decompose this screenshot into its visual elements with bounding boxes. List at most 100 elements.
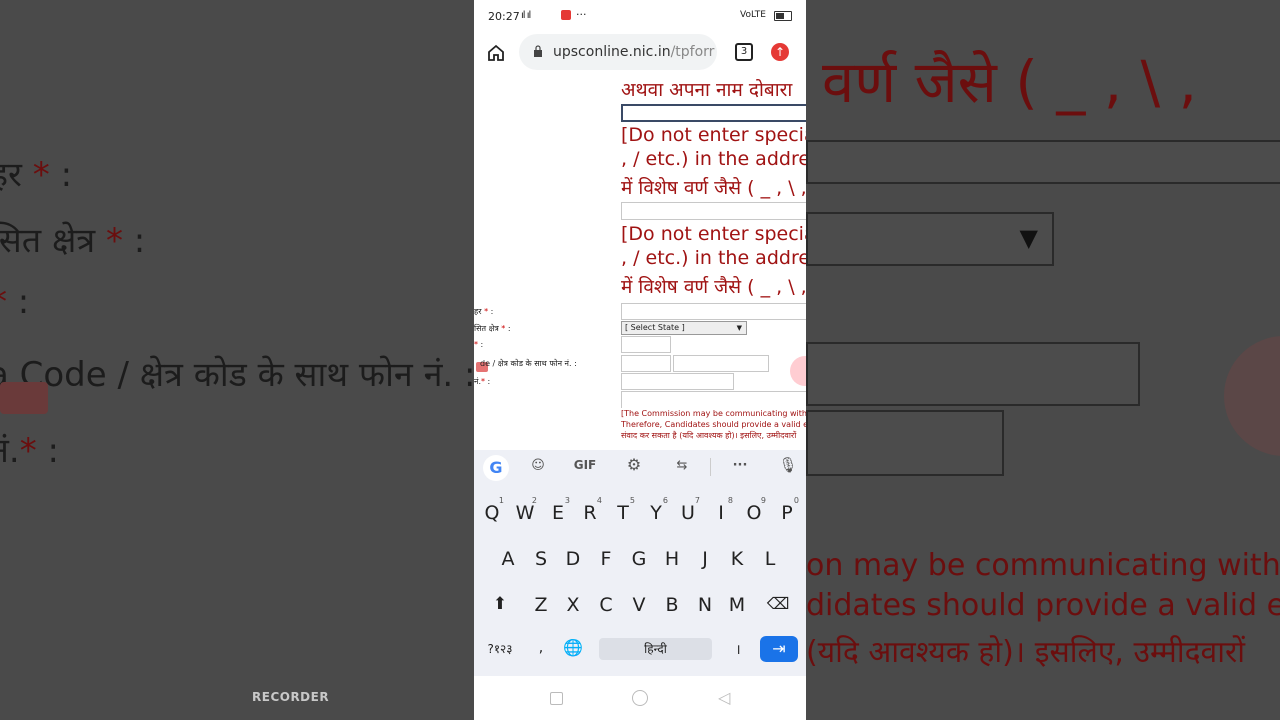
mobile-input[interactable] — [621, 373, 734, 390]
background-left: हर * : सित क्षेत्र * : * : a Code / क्षे… — [0, 0, 474, 720]
bg-camera-icon — [0, 382, 48, 414]
key-m[interactable]: M — [721, 594, 753, 616]
translate-icon[interactable]: ⇆ — [672, 458, 692, 473]
microphone-icon[interactable]: 🎙 — [778, 456, 798, 474]
key-e[interactable]: E3 — [542, 496, 574, 524]
status-time: 20:27 — [488, 10, 520, 23]
next-field-button[interactable]: ⇥ — [760, 636, 798, 662]
status-bar: 20:27 ıl ıl ··· VoLTE — [474, 0, 806, 32]
phone-label: de / क्षेत्र कोड के साथ फोन नं. : — [480, 359, 577, 368]
state-select[interactable]: [ Select State ] ▼ — [621, 321, 747, 335]
update-icon[interactable]: ↑ — [771, 43, 789, 61]
bg-select: ▼ — [806, 212, 1054, 266]
warning1-hindi: में विशेष वर्ण जैसे ( _ , \ , — [621, 177, 806, 199]
key-r[interactable]: R4 — [574, 496, 606, 524]
tab-switcher-button[interactable]: 3 — [735, 43, 753, 61]
phone-screen: 20:27 ıl ıl ··· VoLTE upsconline.nic.in/… — [474, 0, 806, 720]
warning2-line1: [Do not enter specia — [621, 223, 806, 245]
bg-special-chars: वर्ण जैसे ( _ , \ , — [822, 48, 1198, 116]
mobile-label: नं.* : — [474, 377, 491, 386]
recents-icon[interactable] — [550, 692, 563, 705]
key-y[interactable]: Y6 — [640, 496, 672, 524]
name-again-text: अथवा अपना नाम दोबारा — [621, 79, 793, 101]
symbols-key[interactable]: ?१२३ — [480, 640, 520, 657]
globe-icon[interactable]: 🌐 — [557, 638, 589, 657]
phone-std-input[interactable] — [621, 355, 671, 372]
back-icon[interactable]: ◁ — [718, 688, 730, 707]
state-label: सित क्षेत्र * : — [474, 324, 511, 333]
bg-input-mobile — [806, 410, 1004, 476]
bg-mobile-label: नं.* : — [0, 431, 59, 471]
sticker-icon[interactable]: ☺ — [530, 458, 546, 473]
key-b[interactable]: B — [656, 594, 688, 616]
key-i[interactable]: I8 — [705, 496, 737, 524]
key-n[interactable]: N — [689, 594, 721, 616]
warning2-line2: , / etc.) in the addres — [621, 247, 806, 269]
shift-icon[interactable]: ⬆ — [484, 594, 516, 614]
key-j[interactable]: J — [689, 548, 721, 570]
browser-toolbar: upsconline.nic.in/tpforr 3 ↑ — [474, 32, 806, 79]
bg-fab — [1224, 336, 1280, 456]
more-notifications-icon: ··· — [576, 8, 587, 21]
key-v[interactable]: V — [623, 594, 655, 616]
name-again-input[interactable] — [621, 104, 806, 122]
pin-label: * : — [474, 340, 484, 349]
floating-record-button[interactable] — [790, 356, 806, 386]
key-o[interactable]: O9 — [738, 496, 770, 524]
more-icon[interactable]: ··· — [730, 458, 750, 473]
home-icon[interactable] — [486, 43, 506, 63]
backspace-icon[interactable]: ⌫ — [762, 594, 794, 613]
settings-icon[interactable]: ⚙ — [624, 455, 644, 474]
key-w[interactable]: W2 — [509, 496, 541, 524]
address-bar[interactable]: upsconline.nic.in/tpforr — [519, 34, 717, 70]
key-d[interactable]: D — [557, 548, 589, 570]
signal-icon: ıl ıl — [521, 10, 531, 21]
comma-key[interactable]: , — [525, 640, 557, 656]
bg-state-label: सित क्षेत्र * : — [0, 221, 146, 261]
danda-key[interactable]: । — [722, 640, 754, 659]
recorder-icon — [561, 10, 571, 20]
key-s[interactable]: S — [525, 548, 557, 570]
warning2-hindi: में विशेष वर्ण जैसे ( _ , \ , — [621, 276, 806, 298]
address-input[interactable] — [621, 202, 806, 220]
phone-number-input[interactable] — [673, 355, 769, 372]
space-key[interactable]: हिन्दी — [599, 638, 712, 660]
google-icon[interactable]: G — [483, 455, 509, 481]
home-nav-icon[interactable] — [632, 690, 648, 706]
key-t[interactable]: T5 — [607, 496, 639, 524]
key-u[interactable]: U7 — [672, 496, 704, 524]
key-z[interactable]: Z — [525, 594, 557, 616]
recorder-watermark: RECORDER — [252, 690, 330, 704]
warning1-line1: [Do not enter specia — [621, 124, 806, 146]
volte-icon: VoLTE — [740, 10, 766, 20]
bg-notice3: (यदि आवश्यक हो)। इसलिए, उम्मीदवारों — [806, 635, 1246, 670]
key-h[interactable]: H — [656, 548, 688, 570]
bg-notice1: on may be communicating with th — [806, 548, 1280, 583]
key-f[interactable]: F — [590, 548, 622, 570]
key-a[interactable]: A — [492, 548, 524, 570]
form-page: अथवा अपना नाम दोबारा [Do not enter speci… — [474, 78, 806, 450]
gif-button[interactable]: GIF — [572, 458, 598, 472]
bg-city-label: हर * : — [0, 155, 73, 195]
key-k[interactable]: K — [721, 548, 753, 570]
key-g[interactable]: G — [623, 548, 655, 570]
key-x[interactable]: X — [557, 594, 589, 616]
keyboard-toolbar: G ☺ GIF ⚙ ⇆ ··· 🎙 — [474, 450, 806, 486]
key-q[interactable]: Q1 — [476, 496, 508, 524]
bg-phone-label: a Code / क्षेत्र कोड के साथ फोन नं. : — [0, 355, 474, 395]
keyboard: G ☺ GIF ⚙ ⇆ ··· 🎙 Q1 W2 E3 R4 T5 Y6 U7 I… — [474, 450, 806, 676]
warning1-line2: , / etc.) in the addres — [621, 148, 806, 170]
lock-icon — [534, 45, 542, 57]
bg-pin-label: * : — [0, 282, 30, 322]
pin-input[interactable] — [621, 336, 671, 353]
key-l[interactable]: L — [754, 548, 786, 570]
email-input[interactable] — [621, 391, 806, 408]
city-input[interactable] — [621, 303, 806, 320]
bg-input-phone — [806, 342, 1140, 406]
key-c[interactable]: C — [590, 594, 622, 616]
battery-icon — [774, 11, 792, 21]
city-label: हर * : — [474, 307, 494, 316]
toolbar-divider — [710, 458, 711, 476]
key-p[interactable]: P0 — [771, 496, 803, 524]
bg-input — [806, 140, 1280, 184]
